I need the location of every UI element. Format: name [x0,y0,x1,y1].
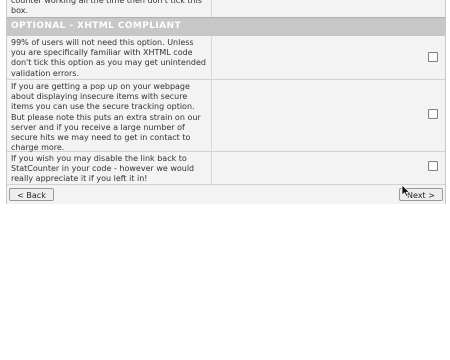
back-button[interactable]: < Back [9,188,54,201]
option-row-secure: If you are getting a pop up on your webp… [7,80,445,152]
xhtml-checkbox[interactable] [428,52,438,62]
secure-tracking-checkbox[interactable] [428,109,438,119]
mouse-cursor-icon [401,185,411,197]
previous-option-text: counter working all the time then don't … [11,0,202,16]
section-header: OPTIONAL - XHTML COMPLIANT [7,17,445,37]
wizard-panel: counter working all the time then don't … [6,0,446,204]
section-title: OPTIONAL - XHTML COMPLIANT [11,21,181,31]
previous-option-row: counter working all the time then don't … [7,0,445,18]
navigation-bar: < Back Next > [7,184,445,204]
option-row-xhtml: 99% of users will not need this option. … [7,36,445,80]
option-text-link: If you wish you may disable the link bac… [11,154,195,184]
option-text-xhtml: 99% of users will not need this option. … [11,38,206,78]
disable-link-checkbox[interactable] [428,161,438,171]
option-row-link: If you wish you may disable the link bac… [7,152,445,185]
option-text-secure: If you are getting a pop up on your webp… [11,82,201,153]
